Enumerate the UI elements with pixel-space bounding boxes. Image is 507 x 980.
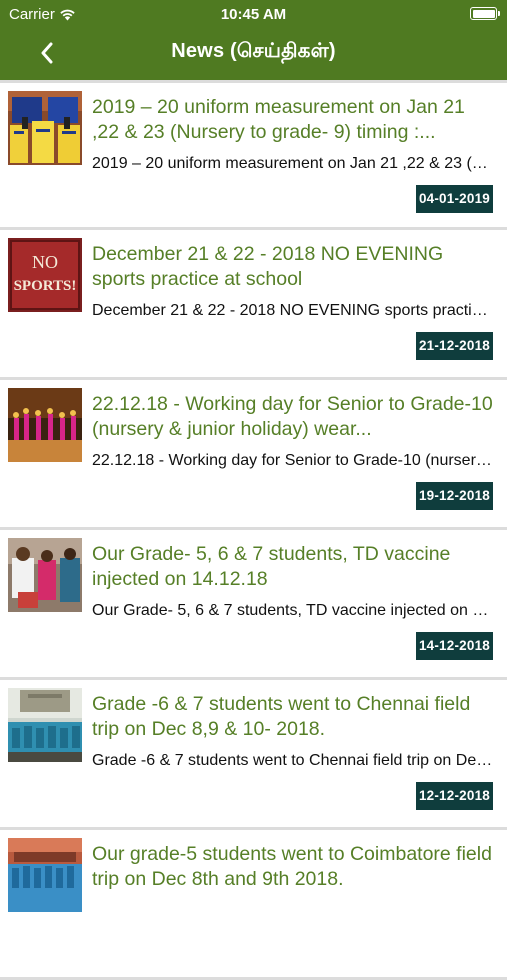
news-summary: 2019 – 20 uniform measurement on Jan 21 … (92, 155, 493, 172)
no-sports-thumbnail: NO SPORTS! (8, 238, 82, 312)
news-summary: 22.12.18 - Working day for Senior to Gra… (92, 452, 493, 469)
news-list: 2019 – 20 uniform measurement on Jan 21 … (0, 80, 507, 980)
navigation-bar: News (செய்திகள்) (0, 28, 507, 80)
news-headline: Grade -6 & 7 students went to Chennai fi… (92, 693, 471, 740)
date-badge: 19-12-2018 (415, 482, 493, 510)
news-headline: 22.12.18 - Working day for Senior to Gra… (92, 393, 493, 440)
news-headline: 2019 – 20 uniform measurement on Jan 21 … (92, 96, 465, 143)
status-time: 10:45 AM (220, 6, 287, 23)
news-headline: Our grade-5 students went to Coimbatore … (92, 843, 492, 890)
news-summary: December 21 & 22 - 2018 NO EVENING sport… (92, 302, 493, 319)
uniform-thumbnail (8, 91, 82, 165)
news-summary: Grade -6 & 7 students went to Chennai fi… (92, 752, 493, 769)
news-item[interactable]: Our Grade- 5, 6 & 7 students, TD vaccine… (0, 530, 507, 680)
date-badge: 04-01-2019 (415, 185, 493, 213)
date-badge: 21-12-2018 (415, 332, 493, 360)
news-headline: December 21 & 22 - 2018 NO EVENING sport… (92, 243, 444, 290)
stage-performance-thumbnail (8, 388, 82, 462)
page-title: News (செய்திகள்) (171, 40, 336, 62)
news-item[interactable]: 22.12.18 - Working day for Senior to Gra… (0, 380, 507, 530)
status-bar: Carrier 10:45 AM (0, 0, 507, 28)
chennai-trip-thumbnail (8, 688, 82, 762)
date-badge: 14-12-2018 (415, 632, 493, 660)
coimbatore-trip-thumbnail (8, 838, 82, 912)
news-item[interactable]: Our grade-5 students went to Coimbatore … (0, 830, 507, 980)
news-headline: Our Grade- 5, 6 & 7 students, TD vaccine… (92, 543, 451, 590)
vaccine-thumbnail (8, 538, 82, 612)
app-header: Carrier 10:45 AM News (செய்திகள்) (0, 0, 507, 80)
battery-icon (470, 7, 500, 20)
news-item[interactable]: 2019 – 20 uniform measurement on Jan 21 … (0, 80, 507, 230)
news-summary: Our Grade- 5, 6 & 7 students, TD vaccine… (92, 602, 493, 619)
news-item[interactable]: Grade -6 & 7 students went to Chennai fi… (0, 680, 507, 830)
news-item[interactable]: NO SPORTS! December 21 & 22 - 2018 NO EVE… (0, 230, 507, 380)
date-badge: 12-12-2018 (415, 782, 493, 810)
